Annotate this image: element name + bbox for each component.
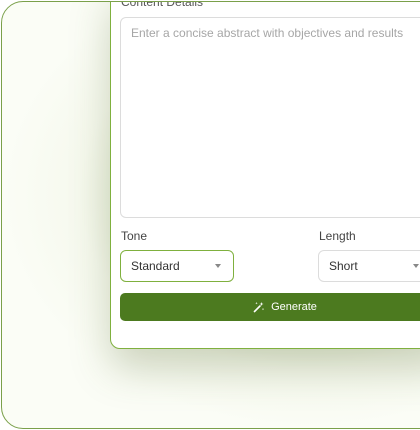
magic-wand-icon xyxy=(253,301,265,313)
generate-button-label: Generate xyxy=(271,301,317,313)
content-details-label: Content Details xyxy=(121,1,204,9)
generator-card: Content Details Tone Standard Length Sho… xyxy=(110,1,420,349)
outer-frame: Content Details Tone Standard Length Sho… xyxy=(1,1,420,429)
length-selected-value: Short xyxy=(329,259,358,273)
screenshot-stage: Content Details Tone Standard Length Sho… xyxy=(0,0,420,430)
tone-selected-value: Standard xyxy=(131,259,180,273)
length-select[interactable]: Short xyxy=(318,250,420,282)
tone-chevron-down-icon xyxy=(215,264,221,268)
tone-label: Tone xyxy=(121,229,148,243)
length-label: Length xyxy=(319,229,356,243)
length-chevron-down-icon xyxy=(413,264,419,268)
content-details-textarea[interactable] xyxy=(120,17,420,218)
generate-button[interactable]: Generate xyxy=(120,293,420,321)
tone-select[interactable]: Standard xyxy=(120,250,234,282)
